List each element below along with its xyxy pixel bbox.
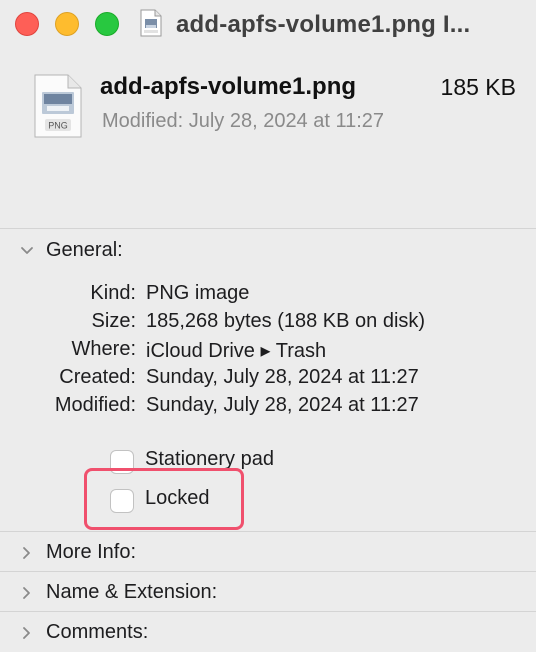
- section-general-label: General:: [46, 239, 123, 261]
- locked-checkbox[interactable]: [110, 489, 134, 513]
- chevron-right-icon[interactable]: [18, 624, 36, 642]
- zoom-button[interactable]: [95, 12, 119, 36]
- file-size: 185 KB: [440, 74, 516, 100]
- info-value: iCloud Drive ▸ Trash: [146, 340, 327, 362]
- document-proxy-icon[interactable]: [139, 9, 163, 37]
- title-bar: add-apfs-volume1.png I...: [0, 0, 536, 46]
- file-type-label: PNG: [48, 121, 68, 131]
- close-button[interactable]: [15, 12, 39, 36]
- info-value: Sunday, July 28, 2024 at 11:27: [146, 366, 419, 388]
- info-label: Kind:: [90, 282, 136, 304]
- divider: [0, 228, 536, 229]
- section-name-extension-label: Name & Extension:: [46, 581, 218, 603]
- info-row-kind: Kind: PNG image: [0, 282, 536, 310]
- locked-label[interactable]: Locked: [145, 487, 210, 510]
- info-value: 185,268 bytes (188 KB on disk): [146, 310, 426, 332]
- info-row-where: Where: iCloud Drive ▸ Trash: [0, 338, 536, 366]
- chevron-right-icon[interactable]: [18, 544, 36, 562]
- chevron-right-icon[interactable]: [18, 584, 36, 602]
- section-general-header[interactable]: General:: [0, 230, 536, 270]
- info-value: Sunday, July 28, 2024 at 11:27: [146, 394, 419, 416]
- window-title: add-apfs-volume1.png I...: [176, 11, 471, 38]
- section-more-info-header[interactable]: More Info:: [0, 532, 536, 572]
- info-value: PNG image: [146, 282, 250, 304]
- minimize-button[interactable]: [55, 12, 79, 36]
- info-row-modified: Modified: Sunday, July 28, 2024 at 11:27: [0, 394, 536, 422]
- info-label: Created:: [59, 366, 136, 388]
- modified-date: Modified: July 28, 2024 at 11:27: [102, 110, 385, 132]
- info-label: Where:: [71, 338, 136, 360]
- section-comments-header[interactable]: Comments:: [0, 612, 536, 652]
- section-more-info-label: More Info:: [46, 541, 137, 563]
- png-file-icon: PNG: [34, 74, 82, 138]
- section-comments-label: Comments:: [46, 621, 149, 643]
- chevron-down-icon[interactable]: [18, 242, 36, 260]
- info-label: Modified:: [54, 394, 136, 416]
- info-row-created: Created: Sunday, July 28, 2024 at 11:27: [0, 366, 536, 394]
- info-label: Size:: [91, 310, 136, 332]
- info-row-size: Size: 185,268 bytes (188 KB on disk): [0, 310, 536, 338]
- section-name-extension-header[interactable]: Name & Extension:: [0, 572, 536, 612]
- file-name: add-apfs-volume1.png: [100, 73, 357, 100]
